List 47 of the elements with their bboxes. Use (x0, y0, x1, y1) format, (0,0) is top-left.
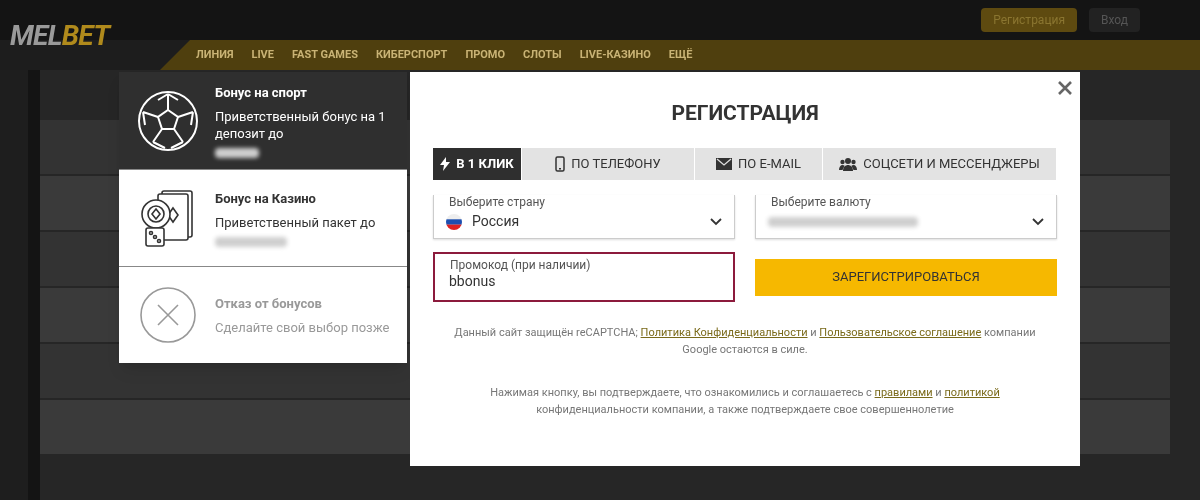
currency-select[interactable]: Выберите валюту (755, 195, 1057, 239)
bonus-description: Приветственный пакет до (215, 214, 376, 232)
legal-link[interactable]: Политика Конфиденциальности (640, 326, 808, 339)
registration-tab[interactable]: В 1 КЛИК (433, 148, 522, 180)
country-value: Россия (472, 212, 520, 231)
close-icon[interactable] (1058, 81, 1072, 95)
field-label: Выберите валюту (768, 195, 874, 209)
legal-note: Данный сайт защищён reCAPTCHA; Политика Конфиденциальности и Пользовательское соглашение компании Google остаются в силе. (453, 325, 1037, 358)
bonus-title: Бонус на Казино (215, 189, 317, 208)
promo-code-value: bbonus (449, 272, 496, 291)
legal-link[interactable]: политикой (944, 386, 1000, 399)
field-label: Выберите страну (446, 195, 549, 209)
bonus-title: Бонус на спорт (215, 83, 308, 102)
legal-note: Нажимая кнопку, вы подтверждаете, что ознакомились и соглашаетесь с правилами и политикой конфиденциальности компании, а также подтверждаете свое совершеннолетие (489, 385, 1001, 418)
nav-item[interactable]: ЛИНИЯ (196, 46, 234, 64)
casino-chips-cards-dice-icon (140, 188, 196, 248)
nav-item[interactable]: ПРОМО (465, 46, 506, 64)
nav-item[interactable]: КИБЕРСПОРТ (375, 46, 448, 64)
phone-icon (555, 156, 566, 172)
country-select[interactable]: Выберите страну Россия (433, 195, 735, 239)
register-button[interactable]: ЗАРЕГИСТРИРОВАТЬСЯ (755, 258, 1057, 296)
legal-link[interactable]: Пользовательское соглашение (819, 326, 982, 339)
russia-flag-icon (446, 213, 462, 230)
legal-link[interactable]: правилами (874, 386, 933, 399)
chevron-down-icon (710, 217, 722, 226)
bonus-title: Отказ от бонусов (215, 294, 323, 313)
nav-item[interactable]: FAST GAMES (292, 46, 358, 64)
nav-item[interactable]: СЛОТЫ (523, 46, 562, 64)
chevron-down-icon (1032, 217, 1044, 226)
promo-code-field[interactable]: Промокод (при наличии) bbonus (433, 252, 735, 302)
nav-item[interactable]: LIVE-КАЗИНО (579, 46, 651, 64)
nav-item[interactable]: ЕЩЁ (668, 46, 693, 64)
bonus-option[interactable]: Бонус на Казино Приветственный пакет до (119, 169, 407, 266)
lightning-icon (440, 157, 451, 171)
modal-title: РЕГИСТРАЦИЯ (670, 100, 820, 126)
bonus-option[interactable]: Бонус на спорт Приветственный бонус на 1 депозит до (119, 72, 407, 169)
envelope-icon (716, 158, 733, 170)
blurred-amount (215, 148, 259, 159)
logo: MELBET (10, 20, 110, 52)
bonus-description: Приветственный бонус на 1 депозит до (215, 108, 387, 143)
people-icon (839, 157, 858, 171)
soccer-ball-icon (137, 89, 199, 152)
cross-circle-icon (139, 286, 197, 344)
bonus-option[interactable]: Отказ от бонусов Сделайте свой выбор позже (119, 266, 407, 363)
blurred-amount (215, 237, 287, 248)
bonus-description: Сделайте свой выбор позже (215, 319, 390, 337)
nav-item[interactable]: LIVE (251, 46, 274, 64)
